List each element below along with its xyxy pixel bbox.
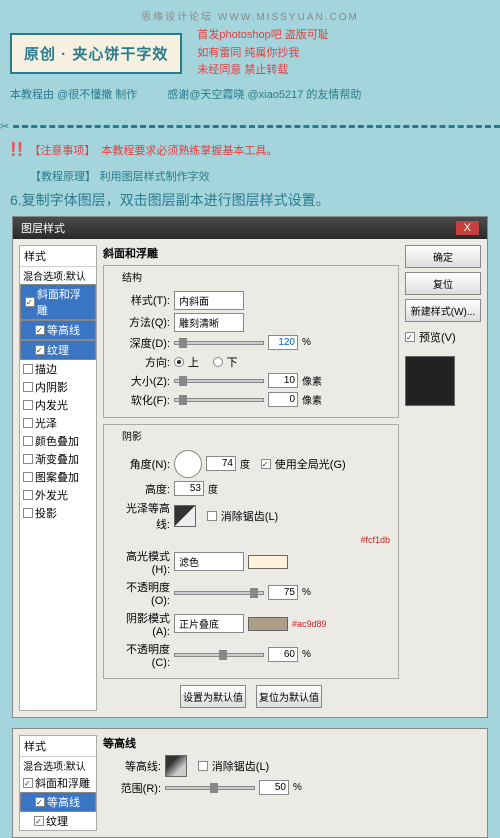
panel-title: 等高线 xyxy=(103,735,481,751)
altitude-input[interactable]: 53 xyxy=(174,481,204,496)
dialog-title: 图层样式 xyxy=(21,220,65,236)
soften-input[interactable]: 0 xyxy=(268,392,298,407)
global-light-checkbox[interactable] xyxy=(261,459,271,469)
style-texture[interactable]: 纹理 xyxy=(20,812,96,830)
style-inner-glow[interactable]: 内发光 xyxy=(20,396,96,414)
panel-title: 斜面和浮雕 xyxy=(103,245,399,261)
notice-text: 本教程要求必须熟练掌握基本工具。 xyxy=(101,142,277,158)
size-input[interactable]: 10 xyxy=(268,373,298,388)
set-default-button[interactable]: 设置为默认值 xyxy=(180,685,246,708)
range-slider[interactable] xyxy=(165,786,255,790)
style-contour[interactable]: 等高线 xyxy=(20,792,96,812)
shadow-opacity-input[interactable]: 60 xyxy=(268,647,298,662)
style-pattern-overlay[interactable]: 图案叠加 xyxy=(20,468,96,486)
checkbox-icon[interactable] xyxy=(25,297,35,307)
depth-slider[interactable] xyxy=(174,341,264,345)
principle-label: 【教程原理】 xyxy=(30,171,96,183)
styles-list: 样式 混合选项:默认 斜面和浮雕 等高线 纹理 描边 内阴影 内发光 光泽 颜色… xyxy=(19,245,97,711)
contour-picker[interactable] xyxy=(165,755,187,777)
range-input[interactable]: 50 xyxy=(259,780,289,795)
radio-up[interactable] xyxy=(174,357,184,367)
checkbox-icon[interactable] xyxy=(35,325,45,335)
technique-select[interactable]: 雕刻清晰 xyxy=(174,313,244,332)
style-inner-shadow[interactable]: 内阴影 xyxy=(20,378,96,396)
angle-dial[interactable] xyxy=(174,450,202,478)
author-credit: 本教程由 @很不懂撒 制作 xyxy=(10,86,137,102)
shadow-hex: #ac9d89 xyxy=(292,619,327,629)
style-satin[interactable]: 光泽 xyxy=(20,414,96,432)
checkbox-icon[interactable] xyxy=(23,490,33,500)
checkbox-icon[interactable] xyxy=(35,797,45,807)
style-texture[interactable]: 纹理 xyxy=(20,340,96,360)
watermark: 思缘设计论坛 WWW.MISSYUAN.COM xyxy=(10,8,490,23)
layer-style-dialog: 图层样式 X 样式 混合选项:默认 斜面和浮雕 等高线 纹理 描边 内阴影 内发… xyxy=(12,216,488,718)
styles-header: 样式 xyxy=(20,246,96,267)
ok-button[interactable]: 确定 xyxy=(405,245,481,268)
antialias-checkbox[interactable] xyxy=(207,511,217,521)
gloss-contour-picker[interactable] xyxy=(174,505,196,527)
structure-group: 结构 xyxy=(118,269,146,284)
checkbox-icon[interactable] xyxy=(23,508,33,518)
copyright-warnings: 首发photoshop吧 盗版可耻 如有雷同 纯属你抄我 未经同意 禁止转载 xyxy=(197,27,328,80)
highlight-mode-select[interactable]: 滤色 xyxy=(174,552,244,571)
scissors-icon: ✂ xyxy=(0,120,9,133)
shadow-color-swatch[interactable] xyxy=(248,617,288,631)
preview-thumbnail xyxy=(405,356,455,406)
soften-slider[interactable] xyxy=(174,398,264,402)
preview-checkbox[interactable] xyxy=(405,332,415,342)
checkbox-icon[interactable] xyxy=(23,400,33,410)
style-outer-glow[interactable]: 外发光 xyxy=(20,486,96,504)
radio-down[interactable] xyxy=(213,357,223,367)
shading-group: 阴影 xyxy=(118,428,146,443)
blend-options[interactable]: 混合选项:默认 xyxy=(20,757,96,774)
reset-default-button[interactable]: 复位为默认值 xyxy=(256,685,322,708)
checkbox-icon[interactable] xyxy=(23,454,33,464)
checkbox-icon[interactable] xyxy=(23,778,33,788)
tutorial-title: 原创 · 夹心饼干字效 xyxy=(10,33,182,74)
shadow-mode-select[interactable]: 正片叠底 xyxy=(174,614,244,633)
style-stroke[interactable]: 描边 xyxy=(20,360,96,378)
antialias-checkbox[interactable] xyxy=(198,761,208,771)
checkbox-icon[interactable] xyxy=(23,382,33,392)
depth-input[interactable]: 120 xyxy=(268,335,298,350)
style-contour[interactable]: 等高线 xyxy=(20,320,96,340)
size-slider[interactable] xyxy=(174,379,264,383)
exclaim-icon: !! xyxy=(10,139,23,162)
style-gradient-overlay[interactable]: 渐变叠加 xyxy=(20,450,96,468)
highlight-color-swatch[interactable] xyxy=(248,555,288,569)
angle-input[interactable]: 74 xyxy=(206,456,236,471)
new-style-button[interactable]: 新建样式(W)... xyxy=(405,299,481,322)
highlight-opacity-slider[interactable] xyxy=(174,591,264,595)
thanks-credit: 感谢@天空霞晓 @xiao5217 的友情帮助 xyxy=(167,86,361,102)
checkbox-icon[interactable] xyxy=(23,364,33,374)
checkbox-icon[interactable] xyxy=(23,436,33,446)
style-bevel[interactable]: 斜面和浮雕 xyxy=(20,284,96,320)
contour-dialog: 样式 混合选项:默认 斜面和浮雕 等高线 纹理 等高线 等高线: 消除锯齿(L)… xyxy=(12,728,488,838)
styles-header: 样式 xyxy=(20,736,96,757)
style-drop-shadow[interactable]: 投影 xyxy=(20,504,96,522)
checkbox-icon[interactable] xyxy=(35,345,45,355)
close-icon[interactable]: X xyxy=(456,221,479,235)
highlight-opacity-input[interactable]: 75 xyxy=(268,585,298,600)
style-color-overlay[interactable]: 颜色叠加 xyxy=(20,432,96,450)
notice-label: 【注意事项】 xyxy=(29,142,95,158)
checkbox-icon[interactable] xyxy=(23,418,33,428)
divider-scissors: ✂ xyxy=(0,120,500,133)
step-6-text: 6.复制字体图层，双击图层副本进行图层样式设置。 xyxy=(10,190,490,210)
style-select[interactable]: 内斜面 xyxy=(174,291,244,310)
shadow-opacity-slider[interactable] xyxy=(174,653,264,657)
style-bevel[interactable]: 斜面和浮雕 xyxy=(20,774,96,792)
checkbox-icon[interactable] xyxy=(34,816,44,826)
blend-options[interactable]: 混合选项:默认 xyxy=(20,267,96,284)
principle-text: 利用图层样式制作字效 xyxy=(100,171,210,183)
highlight-hex: #fcf1db xyxy=(360,535,390,545)
cancel-button[interactable]: 复位 xyxy=(405,272,481,295)
checkbox-icon[interactable] xyxy=(23,472,33,482)
